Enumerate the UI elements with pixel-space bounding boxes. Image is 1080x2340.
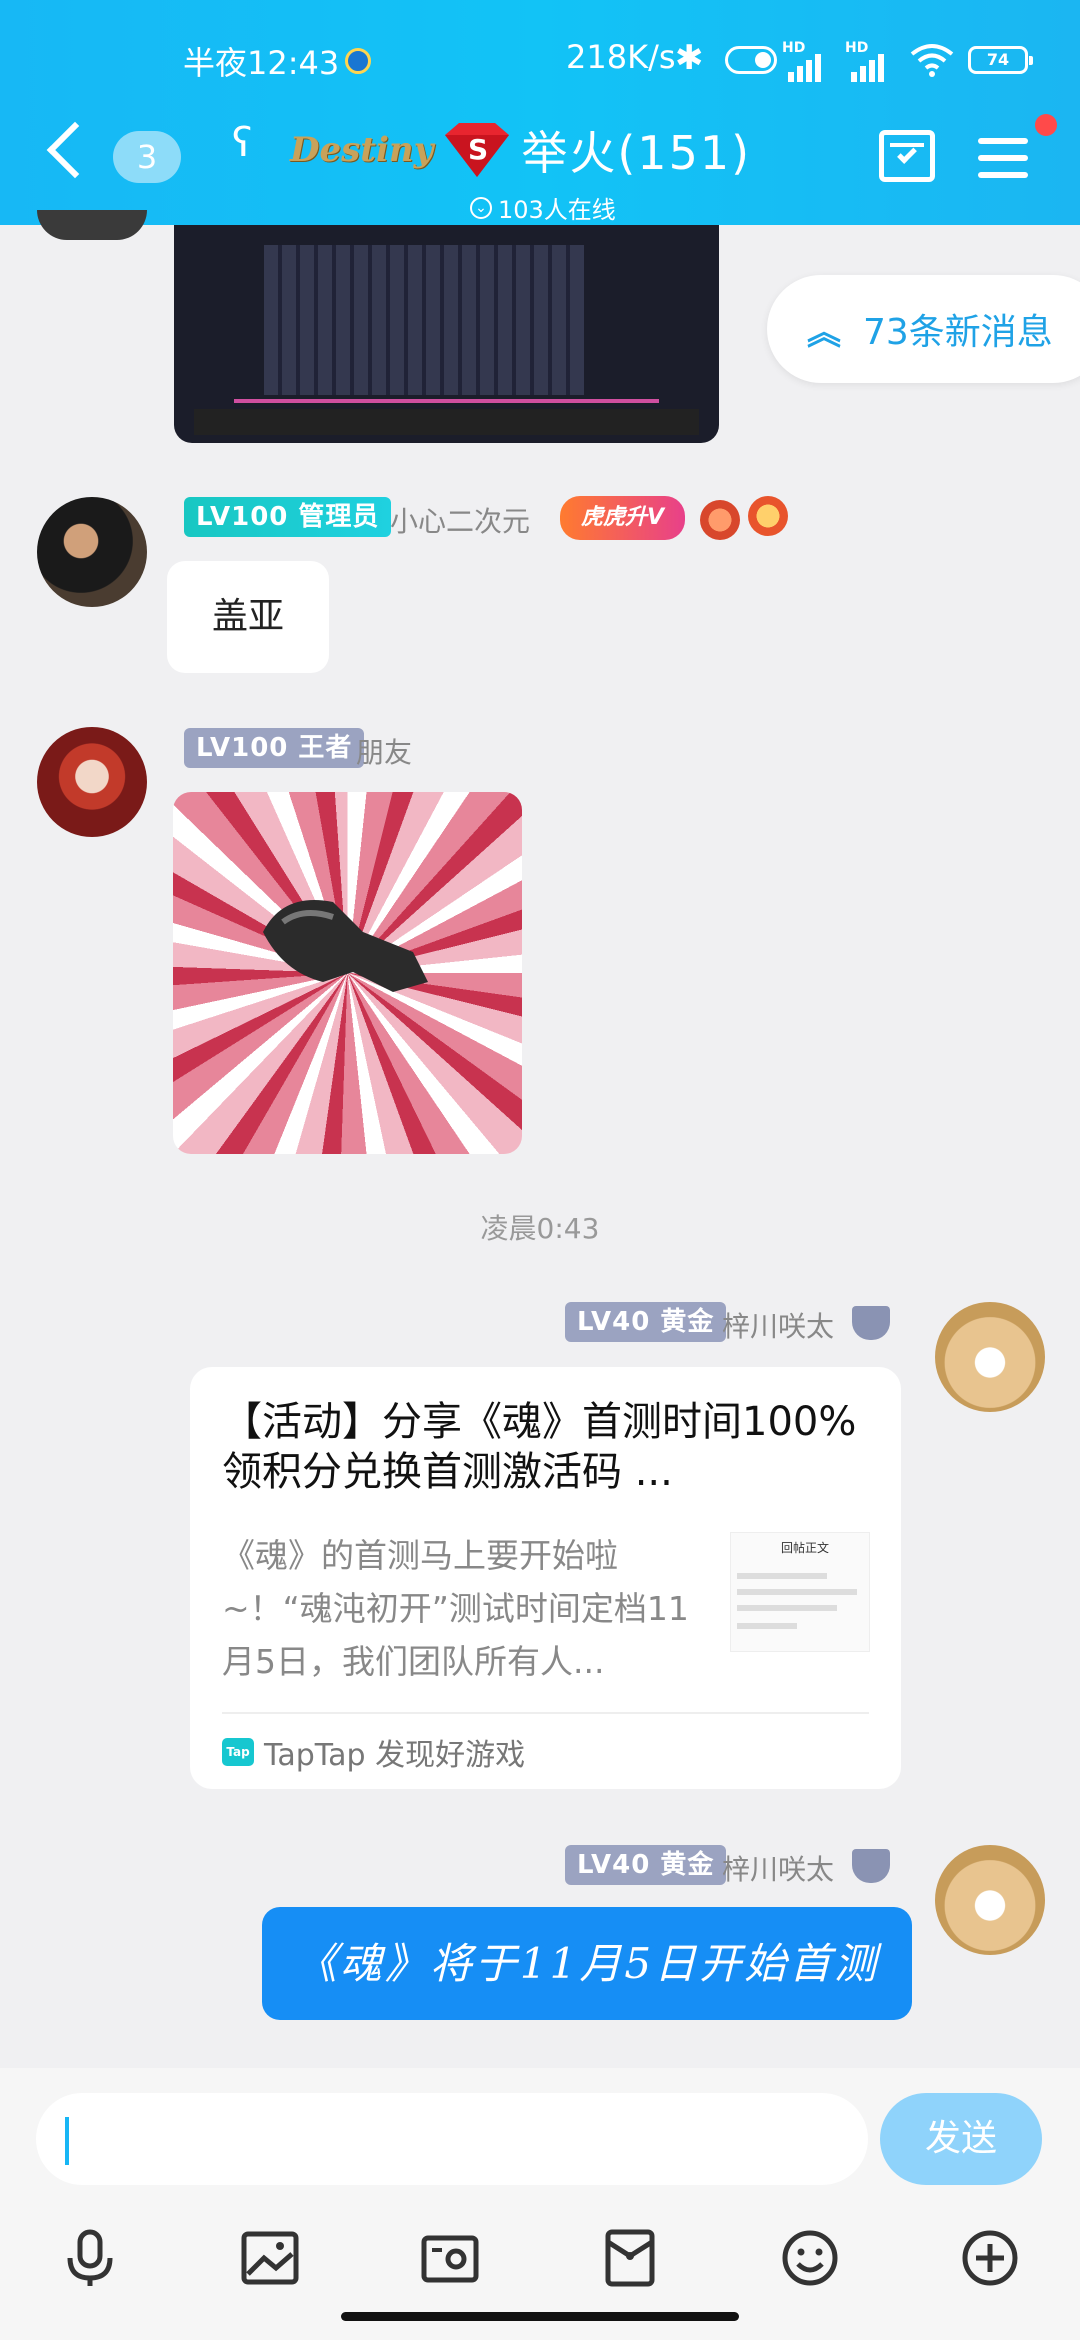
card-title: 【活动】分享《魂》首测时间100%领积分兑换首测激活码 ...: [222, 1399, 857, 1495]
card-source-label: TapTap 发现好游戏: [264, 1738, 526, 1773]
input-panel: 发送: [0, 2068, 1080, 2340]
group-title[interactable]: Destiny S 举火(151): [290, 115, 751, 185]
timestamp: 凌晨0:43: [480, 1212, 600, 1245]
signal-icon: HD: [782, 40, 832, 82]
card-thumbnail: 回帖正文: [730, 1532, 870, 1652]
sender-name[interactable]: 梓川咲太: [722, 1848, 834, 1888]
online-label: 103人在线: [498, 196, 616, 224]
chat-header: 半夜12:43 218K/s ✱ HD HD 74 3 ʕ Destiny S …: [0, 0, 1080, 225]
shield-icon: [852, 1306, 890, 1340]
level-badge: LV40 黄金: [565, 1845, 727, 1885]
home-indicator[interactable]: [341, 2312, 739, 2321]
avatar[interactable]: [37, 210, 147, 240]
net-rate: 218K/s: [566, 38, 676, 76]
card-description: 《魂》的首测马上要开始啦~！“魂沌初开”测试时间定档11月5日，我们团队所有人.…: [222, 1536, 689, 1681]
emoji-icon[interactable]: [780, 2228, 840, 2288]
card-source: Tap TapTap 发现好游戏: [222, 1730, 525, 1774]
sender-name[interactable]: 梓川咲太: [722, 1305, 834, 1345]
calendar-icon[interactable]: [879, 130, 935, 182]
signal-icon: HD: [845, 40, 895, 82]
new-messages-label: 73条新消息: [863, 312, 1053, 353]
avatar[interactable]: [37, 727, 147, 837]
message-input[interactable]: [36, 2093, 868, 2185]
text-caret: [65, 2117, 69, 2165]
menu-icon[interactable]: [978, 138, 1028, 178]
toggle-icon: [725, 46, 777, 74]
thumbnail-title: 回帖正文: [781, 1541, 830, 1555]
notification-icon: [345, 48, 371, 74]
avatar[interactable]: [37, 497, 147, 607]
sender-name[interactable]: 朋友: [356, 731, 412, 771]
double-chevron-up-icon: ︽: [807, 312, 841, 353]
medal-icon: [700, 500, 740, 540]
medal-icon: [748, 496, 788, 536]
message-bubble[interactable]: 盖亚: [167, 561, 329, 673]
back-button[interactable]: [46, 121, 104, 179]
status-time: 半夜12:43: [183, 44, 340, 82]
status-bar: 半夜12:43 218K/s ✱ HD HD 74: [0, 38, 1080, 82]
mic-icon[interactable]: [60, 2228, 120, 2288]
ear-icon[interactable]: ʕ: [232, 120, 252, 166]
group-name: 举火(151): [521, 126, 752, 180]
wifi-icon: [910, 44, 954, 77]
message-bubble[interactable]: 《魂》将于11月5日开始首测: [262, 1907, 912, 2020]
sender-name[interactable]: 小心二次元: [390, 500, 530, 540]
plus-icon[interactable]: [960, 2228, 1020, 2288]
image-icon[interactable]: [240, 2228, 300, 2288]
shield-icon: [852, 1849, 890, 1883]
taptap-icon: Tap: [222, 1738, 254, 1766]
unread-count-badge[interactable]: 3: [113, 131, 181, 183]
battery-icon: 74: [968, 46, 1033, 74]
online-count[interactable]: ⌄ 103人在线: [470, 190, 616, 225]
red-packet-icon[interactable]: [600, 2228, 660, 2288]
video-message[interactable]: [174, 225, 719, 443]
video-control-bar: [194, 409, 699, 435]
send-button[interactable]: 发送: [880, 2093, 1042, 2185]
brand-logo: Destiny: [290, 130, 434, 170]
input-toolbar: [0, 2228, 1080, 2308]
level-badge: LV40 黄金: [565, 1302, 727, 1342]
share-card[interactable]: 【活动】分享《魂》首测时间100%领积分兑换首测激活码 ... 《魂》的首测马上…: [190, 1367, 901, 1789]
bluetooth-icon: ✱: [675, 38, 704, 78]
camera-icon[interactable]: [420, 2228, 480, 2288]
fist-image: [263, 900, 428, 992]
sticker-image[interactable]: [173, 792, 522, 1154]
honor-badge: 虎虎升V: [560, 496, 685, 540]
chevron-down-icon: ⌄: [470, 196, 492, 219]
svg-text:S: S: [468, 133, 488, 166]
level-badge: LV100 管理员: [184, 497, 392, 537]
gem-icon: S: [445, 123, 510, 177]
notification-dot: [1035, 114, 1057, 136]
avatar[interactable]: [935, 1845, 1045, 1955]
level-badge: LV100 王者: [184, 728, 365, 768]
new-messages-button[interactable]: ︽ 73条新消息: [767, 275, 1080, 383]
avatar[interactable]: [935, 1302, 1045, 1412]
